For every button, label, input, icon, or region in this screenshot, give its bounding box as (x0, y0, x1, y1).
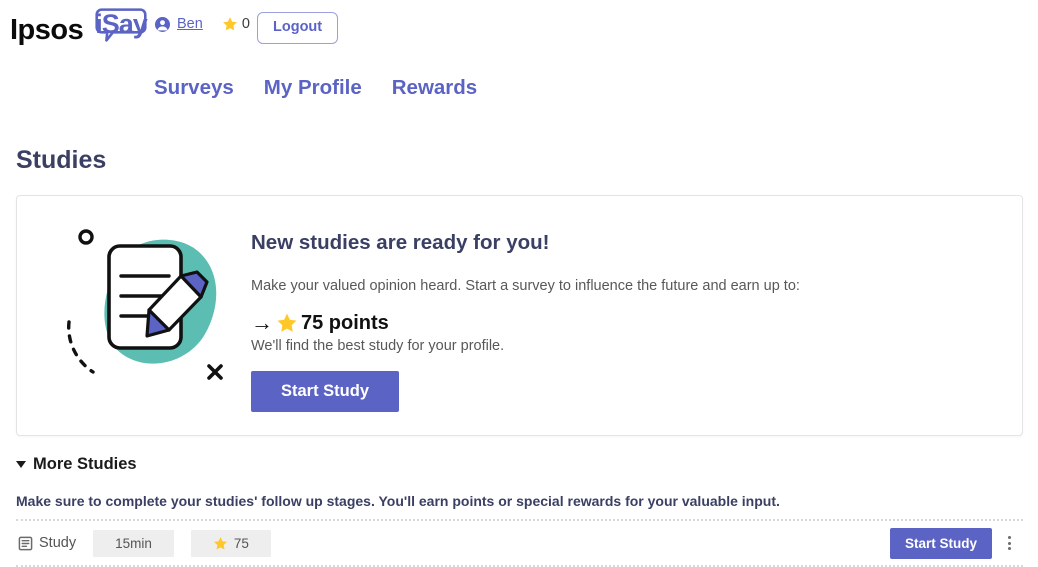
study-points-chip: 75 (190, 529, 271, 557)
kebab-dot (1008, 541, 1011, 545)
logout-button[interactable]: Logout (257, 12, 339, 44)
table-row: Study 15min 75 Start Study (16, 519, 1023, 567)
hero-points-row: → 75 points (251, 309, 991, 335)
page-title: Studies (16, 146, 107, 174)
site-header: Ipsos iSay Ben 0 Logout (0, 0, 1038, 56)
hero-points-value: 75 points (301, 311, 389, 334)
star-icon (277, 313, 297, 332)
study-points-value: 75 (233, 535, 249, 551)
hero-subtitle: Make your valued opinion heard. Start a … (251, 278, 800, 294)
new-studies-card-body: New studies are ready for you! Make your… (251, 231, 991, 412)
logo-isay-text: iSay (95, 9, 148, 39)
study-duration-chip: 15min (93, 529, 174, 557)
user-info: Ben 0 (155, 16, 250, 32)
brand-logo[interactable]: Ipsos iSay (10, 8, 153, 52)
kebab-dot (1008, 536, 1011, 539)
new-studies-card: New studies are ready for you! Make your… (16, 195, 1023, 436)
start-study-button[interactable]: Start Study (251, 370, 400, 412)
row-start-study-button[interactable]: Start Study (889, 527, 992, 559)
logo-ipsos-text: Ipsos (10, 13, 84, 46)
star-icon (213, 536, 227, 549)
person-icon (155, 16, 170, 32)
nav-item-surveys[interactable]: Surveys (154, 76, 234, 100)
study-type-label: Study (39, 535, 77, 551)
kebab-menu-icon[interactable] (1002, 532, 1017, 554)
nav-item-rewards[interactable]: Rewards (392, 76, 477, 100)
caret-down-icon (16, 461, 26, 468)
main-nav: Surveys My Profile Rewards (154, 76, 477, 100)
hero-note: We'll find the best study for your profi… (251, 337, 505, 354)
study-row-actions: Start Study (889, 527, 1023, 559)
more-studies-toggle[interactable]: More Studies (16, 455, 137, 474)
document-icon (18, 536, 33, 550)
study-row-left: Study 15min 75 (16, 529, 271, 557)
header-points-value: 0 (241, 16, 250, 32)
page-root: Ipsos iSay Ben 0 Logout Surveys My Profi… (0, 0, 1038, 567)
logo-isay: iSay (89, 8, 153, 52)
study-type: Study (18, 535, 76, 551)
nav-item-my-profile[interactable]: My Profile (264, 76, 362, 100)
x-mark-icon (207, 364, 223, 380)
arrow-right-icon: → (251, 309, 273, 335)
more-studies-note: Make sure to complete your studies' foll… (16, 493, 780, 509)
user-name-link[interactable]: Ben (177, 16, 203, 32)
star-icon (222, 17, 237, 31)
header-points: 0 (222, 16, 250, 32)
kebab-dot (1008, 547, 1011, 550)
more-studies-label: More Studies (33, 455, 137, 473)
hero-title: New studies are ready for you! (251, 231, 550, 254)
document-pencil-illustration (67, 229, 223, 380)
